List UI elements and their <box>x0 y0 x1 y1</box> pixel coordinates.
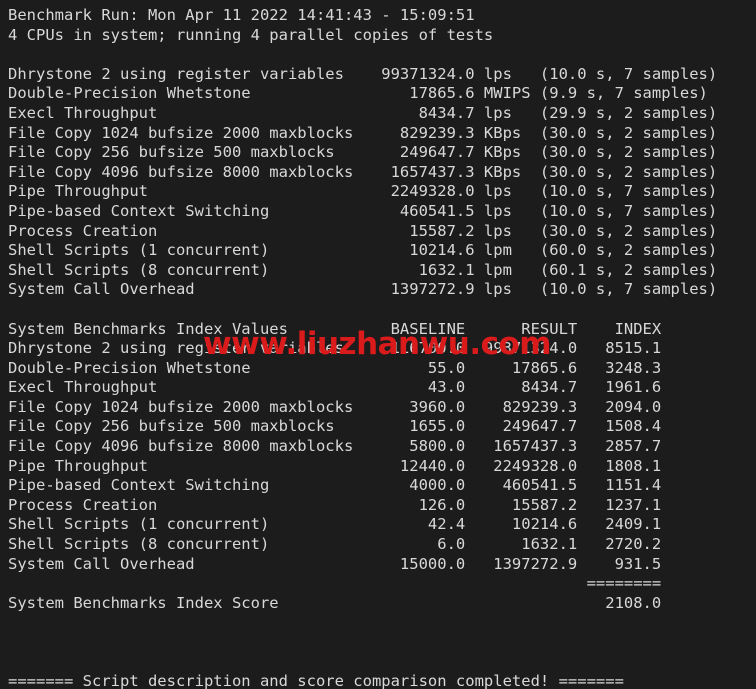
index-value-row: System Call Overhead 15000.0 1397272.9 9… <box>8 554 662 573</box>
index-value-row: Dhrystone 2 using register variables 116… <box>8 339 662 358</box>
raw-result-row: Dhrystone 2 using register variables 993… <box>8 64 718 83</box>
index-value-row: File Copy 4096 bufsize 8000 maxblocks 58… <box>8 437 662 456</box>
index-value-row: Pipe Throughput 12440.0 2249328.0 1808.1 <box>8 456 662 475</box>
index-value-row: File Copy 256 bufsize 500 maxblocks 1655… <box>8 417 662 436</box>
raw-result-row: Process Creation 15587.2 lps (30.0 s, 2 … <box>8 221 718 240</box>
index-separator: ======== <box>8 574 662 593</box>
raw-result-row: Double-Precision Whetstone 17865.6 MWIPS… <box>8 84 708 103</box>
footer-line: ======= Script description and score com… <box>8 672 624 689</box>
raw-result-row: Pipe Throughput 2249328.0 lps (10.0 s, 7… <box>8 182 718 201</box>
raw-result-row: Execl Throughput 8434.7 lps (29.9 s, 2 s… <box>8 103 718 122</box>
raw-results-block: Dhrystone 2 using register variables 993… <box>8 65 756 300</box>
index-value-row: Execl Throughput 43.0 8434.7 1961.6 <box>8 378 662 397</box>
raw-result-row: File Copy 1024 bufsize 2000 maxblocks 82… <box>8 123 718 142</box>
index-values-header: System Benchmarks Index Values BASELINE … <box>8 319 662 338</box>
benchmark-run-line: Benchmark Run: Mon Apr 11 2022 14:41:43 … <box>8 6 475 24</box>
index-value-row: Double-Precision Whetstone 55.0 17865.6 … <box>8 358 662 377</box>
raw-result-row: File Copy 256 bufsize 500 maxblocks 2496… <box>8 143 718 162</box>
index-value-row: File Copy 1024 bufsize 2000 maxblocks 39… <box>8 397 662 416</box>
index-values-block: Dhrystone 2 using register variables 116… <box>8 339 756 574</box>
index-value-row: Shell Scripts (8 concurrent) 6.0 1632.1 … <box>8 535 662 554</box>
raw-result-row: Shell Scripts (8 concurrent) 1632.1 lpm … <box>8 260 718 279</box>
terminal-output: ----------------------------------------… <box>0 0 756 689</box>
index-value-row: Process Creation 126.0 15587.2 1237.1 <box>8 495 662 514</box>
cpu-count-line: 4 CPUs in system; running 4 parallel cop… <box>8 25 494 44</box>
index-value-row: Shell Scripts (1 concurrent) 42.4 10214.… <box>8 515 662 534</box>
index-score-line: System Benchmarks Index Score 2108.0 <box>8 593 662 612</box>
raw-result-row: Shell Scripts (1 concurrent) 10214.6 lpm… <box>8 241 718 260</box>
raw-result-row: File Copy 4096 bufsize 8000 maxblocks 16… <box>8 162 718 181</box>
raw-result-row: Pipe-based Context Switching 460541.5 lp… <box>8 201 718 220</box>
index-value-row: Pipe-based Context Switching 4000.0 4605… <box>8 476 662 495</box>
raw-result-row: System Call Overhead 1397272.9 lps (10.0… <box>8 280 718 299</box>
